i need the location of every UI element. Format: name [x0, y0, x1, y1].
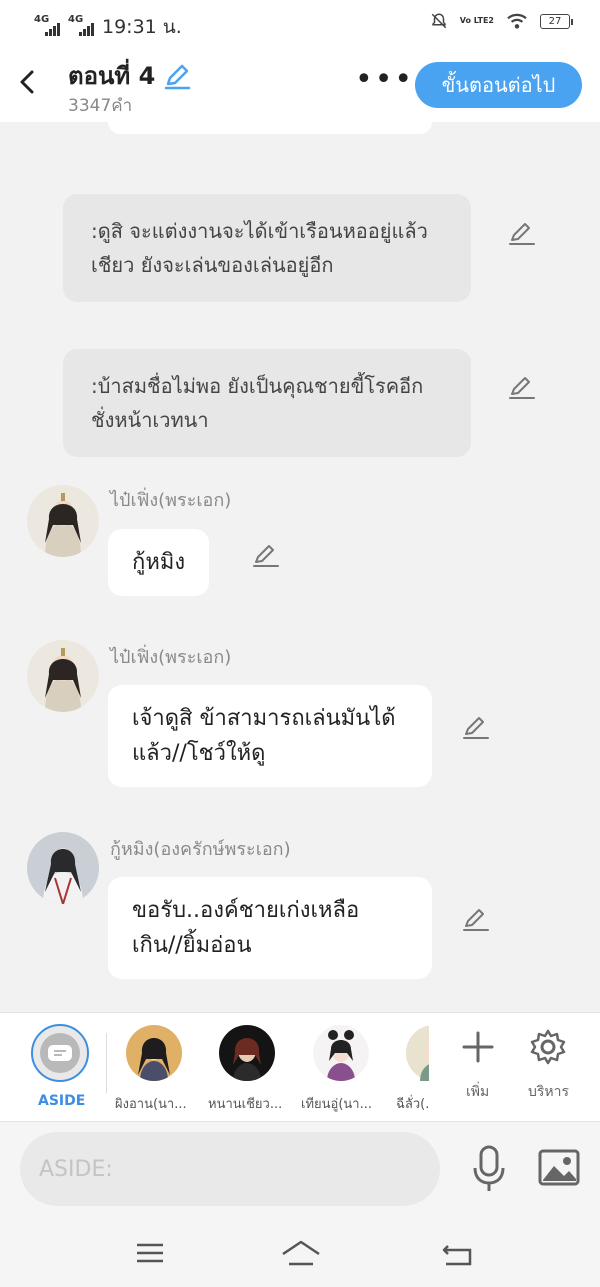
- aside-text: :บ้าสมชื่อไม่พอ ยังเป็นคุณชายขี้โรคอีก ช…: [91, 374, 424, 432]
- status-time: 19:31 น.: [102, 16, 182, 38]
- divider: [106, 1033, 107, 1093]
- dialogue-text: ขอรับ..องค์ชายเก่งเหลือเกิน//ยิ้มอ่อน: [132, 898, 360, 958]
- aside-message[interactable]: :ดูสิ จะแต่งงานจะได้เข้าเรือนหออยู่แล้วเ…: [63, 194, 471, 302]
- gear-icon[interactable]: [528, 1027, 568, 1067]
- add-label: เพิ่ม: [466, 1084, 490, 1100]
- dialogue-bubble[interactable]: กู้หมิง: [108, 529, 210, 596]
- character-avatar[interactable]: [27, 640, 99, 712]
- signal-icon-2: 4G: [68, 14, 96, 36]
- character-avatar[interactable]: [27, 832, 99, 904]
- character-bar: ASIDE ผิงอาน(นา... หนานเชียว... เทียนอู่…: [0, 1012, 600, 1122]
- character-avatar[interactable]: [313, 1025, 369, 1081]
- episode-title-text: ตอนที่ 4: [68, 62, 156, 90]
- edit-message-icon[interactable]: [462, 906, 490, 934]
- next-step-button[interactable]: ขั้นตอนต่อไป: [415, 62, 582, 108]
- message-input[interactable]: [20, 1132, 440, 1206]
- manage-label: บริหาร: [528, 1084, 570, 1100]
- character-name: กู้หมิง(องครักษ์พระเอก): [110, 839, 291, 860]
- more-options-icon[interactable]: •••: [355, 65, 414, 95]
- edit-message-icon[interactable]: [462, 714, 490, 742]
- character-name: เทียนอู่(นา...: [301, 1097, 372, 1112]
- chat-area: :ดูสิ จะแต่งงานจะได้เข้าเรือนหออยู่แล้วเ…: [0, 122, 600, 1012]
- episode-title: ตอนที่ 4: [68, 56, 191, 95]
- previous-bubble: [108, 122, 432, 134]
- edit-message-icon[interactable]: [252, 542, 280, 570]
- editor-header: ตอนที่ 4 3347คำ ••• ขั้นตอนต่อไป: [0, 44, 600, 122]
- aside-label: ASIDE: [38, 1093, 86, 1109]
- dialogue-text: กู้หมิง: [132, 550, 186, 575]
- dialogue-bubble[interactable]: เจ้าดูสิ ข้าสามารถเล่นมันได้แล้ว//โชว์ให…: [108, 685, 432, 787]
- character-avatar[interactable]: [219, 1025, 275, 1081]
- character-avatar[interactable]: [406, 1025, 429, 1081]
- edit-message-icon[interactable]: [508, 374, 536, 402]
- image-icon[interactable]: [538, 1148, 580, 1188]
- aside-icon: [40, 1033, 80, 1073]
- character-name: ผิงอาน(นา...: [115, 1097, 187, 1112]
- back-arrow-icon[interactable]: [14, 64, 42, 100]
- character-name: ฉีลั่ว(...: [396, 1097, 429, 1112]
- add-icon[interactable]: [458, 1027, 498, 1067]
- edit-title-icon[interactable]: [163, 62, 191, 90]
- input-row: [0, 1122, 600, 1222]
- wifi-icon: [507, 13, 527, 29]
- volte-icon: Vo LTE2: [459, 16, 494, 25]
- character-name: ไป๋เฟิ่ง(พระเอก): [110, 647, 232, 668]
- character-avatar[interactable]: [126, 1025, 182, 1081]
- home-icon[interactable]: [280, 1238, 322, 1268]
- battery-icon: 27: [540, 13, 573, 29]
- back-icon[interactable]: [440, 1238, 474, 1268]
- character-name: หนานเชียว...: [208, 1097, 283, 1112]
- microphone-icon[interactable]: [470, 1144, 508, 1194]
- dialogue-bubble[interactable]: ขอรับ..องค์ชายเก่งเหลือเกิน//ยิ้มอ่อน: [108, 877, 432, 979]
- status-bar: 4G 4G 19:31 น. Vo LTE2 27: [0, 0, 600, 44]
- edit-message-icon[interactable]: [508, 220, 536, 248]
- signal-icon: 4G: [34, 14, 62, 36]
- word-count: 3347คำ: [68, 96, 133, 116]
- system-nav-bar: [0, 1222, 600, 1287]
- aside-text: :ดูสิ จะแต่งงานจะได้เข้าเรือนหออยู่แล้วเ…: [91, 219, 428, 277]
- dialogue-text: เจ้าดูสิ ข้าสามารถเล่นมันได้แล้ว//โชว์ให…: [132, 706, 396, 766]
- mute-bell-icon: [431, 13, 446, 29]
- aside-character-button[interactable]: [31, 1024, 89, 1082]
- character-avatar[interactable]: [27, 485, 99, 557]
- character-name: ไป๋เฟิ่ง(พระเอก): [110, 490, 232, 511]
- menu-icon[interactable]: [133, 1238, 167, 1268]
- aside-message[interactable]: :บ้าสมชื่อไม่พอ ยังเป็นคุณชายขี้โรคอีก ช…: [63, 349, 471, 457]
